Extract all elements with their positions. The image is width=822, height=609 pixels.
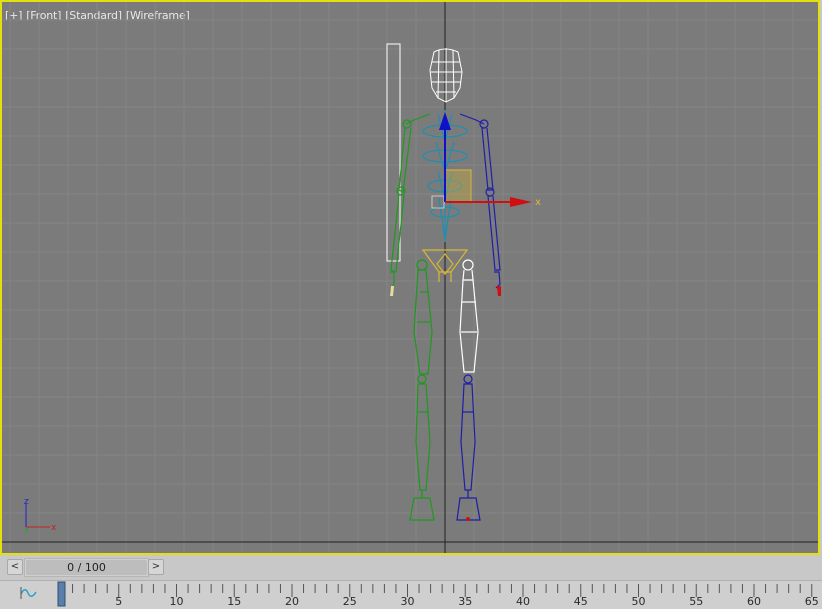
tripod-z-label: z <box>24 497 29 507</box>
trackbar-tick-label: 65 <box>805 595 819 608</box>
right-foot-pivot <box>466 517 470 521</box>
biped-right-thigh[interactable] <box>459 259 479 373</box>
next-frame-button[interactable]: > <box>148 559 164 575</box>
viewport-scene[interactable]: x z x y <box>2 2 818 553</box>
trackbar-tick-label: 5 <box>115 595 122 608</box>
trackbar-tick-label: 60 <box>747 595 761 608</box>
gizmo-y-arrow[interactable] <box>439 112 451 130</box>
current-frame-marker[interactable] <box>57 581 66 607</box>
biped-left-arm[interactable] <box>389 113 431 293</box>
tripod-x-label: x <box>51 523 57 533</box>
biped-head[interactable] <box>429 48 463 103</box>
trackbar-tick-label: 20 <box>285 595 299 608</box>
grid <box>2 2 818 553</box>
trackbar-tick-label: 55 <box>689 595 703 608</box>
trackbar-tick-label: 35 <box>458 595 472 608</box>
gizmo-center-handle[interactable] <box>431 195 445 209</box>
trackbar[interactable]: 05101520253035404550556065 <box>0 580 822 609</box>
trackbar-tick-label: 25 <box>343 595 357 608</box>
gizmo-plane-handle[interactable] <box>444 169 472 203</box>
trackbar-tick-label: 15 <box>227 595 241 608</box>
axis-tripod: z x y <box>24 497 57 534</box>
time-slider-bar: < 0 / 100 > <box>0 555 822 580</box>
trackbar-tick-label: 10 <box>170 595 184 608</box>
svg-text:y: y <box>24 525 29 534</box>
gizmo-x-arrow[interactable] <box>510 197 532 207</box>
gizmo-x-label: x <box>535 197 541 208</box>
front-viewport[interactable]: [+] [Front] [Standard] [Wireframe] x z x… <box>0 0 820 555</box>
trackbar-ruler[interactable]: 05101520253035404550556065 <box>0 581 822 609</box>
time-slider[interactable]: 0 / 100 <box>24 558 149 577</box>
trackbar-tick-label: 30 <box>401 595 415 608</box>
right-hand-marker <box>497 286 501 296</box>
trackbar-tick-label: 45 <box>574 595 588 608</box>
frame-readout: 0 / 100 <box>67 561 106 574</box>
left-hand-marker <box>390 286 394 296</box>
trackbar-tick-label: 50 <box>632 595 646 608</box>
trackbar-tick-label: 40 <box>516 595 530 608</box>
arm-helper-box[interactable] <box>386 43 401 262</box>
prev-frame-button[interactable]: < <box>7 559 23 575</box>
biped-left-leg[interactable] <box>409 259 435 521</box>
